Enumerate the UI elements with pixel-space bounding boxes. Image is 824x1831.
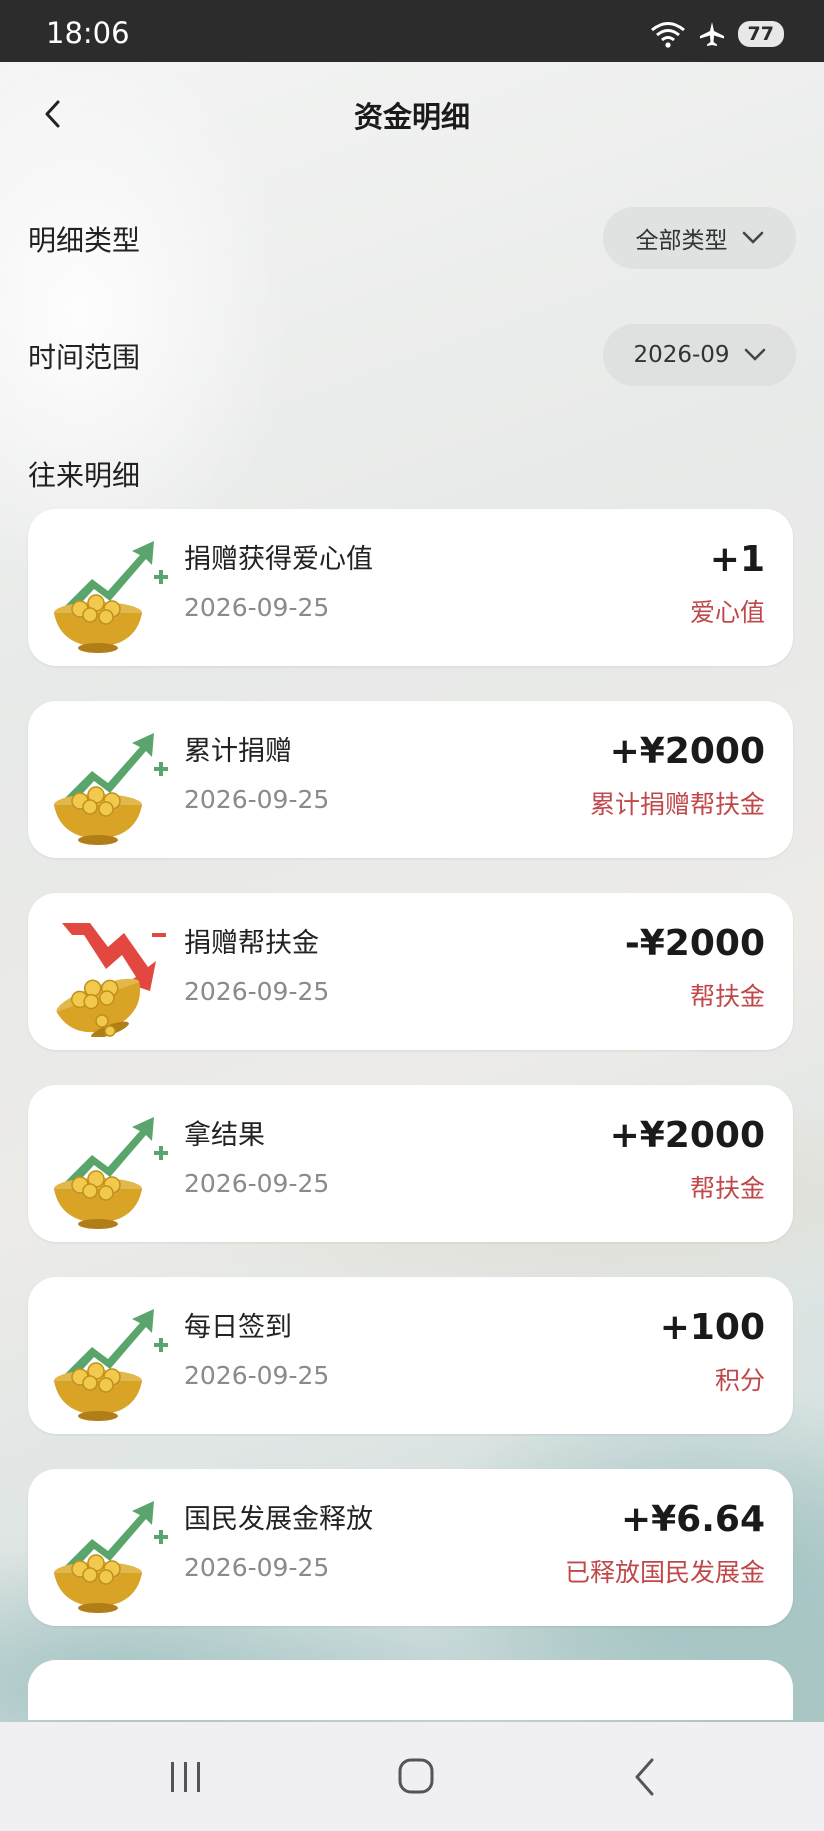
filter-time-label: 时间范围 [28,341,141,374]
status-icons: 77 [650,20,784,48]
gold-bowl-down-arrow-icon [50,917,170,1039]
record-date: 2026-09-25 [184,785,330,814]
battery-indicator: 77 [737,21,784,47]
filter-time-value: 2026-09 [633,342,730,368]
filter-type-value: 全部类型 [635,228,728,254]
record-note: 帮扶金 [689,1174,765,1203]
gold-bowl-up-arrow-icon [50,533,170,653]
filter-time-row: 时间范围 2026-09 [28,324,796,386]
recent-apps-icon[interactable] [155,1752,215,1802]
record-note: 爱心值 [689,598,765,627]
status-time: 18:06 [46,16,130,50]
gold-bowl-up-arrow-icon [50,1109,170,1229]
home-icon[interactable] [385,1752,445,1802]
record-title: 拿结果 [184,1120,265,1151]
record-date: 2026-09-25 [184,1169,330,1198]
record-amount: +¥2000 [609,1115,765,1156]
system-back-icon[interactable] [617,1752,677,1802]
filter-time-dropdown[interactable]: 2026-09 [603,324,796,386]
chevron-down-icon [742,231,763,244]
record-note: 积分 [714,1366,765,1395]
record-title: 每日签到 [184,1312,292,1343]
gold-bowl-up-arrow-icon [50,1493,170,1613]
record-date: 2026-09-25 [184,977,330,1006]
gold-bowl-up-arrow-icon [50,725,170,845]
status-bar: 18:06 77 [0,0,824,62]
list-item[interactable]: 捐赠帮扶金 2026-09-25 -¥2000 帮扶金 [28,893,793,1050]
record-note: 累计捐赠帮扶金 [589,790,765,819]
gold-bowl-up-arrow-icon [50,1301,170,1421]
record-date: 2026-09-25 [184,1361,330,1390]
record-title: 国民发展金释放 [184,1504,373,1535]
record-amount: +1 [709,539,765,580]
filter-type-dropdown[interactable]: 全部类型 [603,207,796,269]
record-amount: +100 [659,1307,765,1348]
list-item[interactable]: 每日签到 2026-09-25 +100 积分 [28,1277,793,1434]
record-amount: -¥2000 [624,923,765,964]
list-item[interactable]: 捐赠获得爱心值 2026-09-25 +1 爱心值 [28,509,793,666]
record-date: 2026-09-25 [184,593,330,622]
record-title: 捐赠获得爱心值 [184,544,373,575]
filter-type-row: 明细类型 全部类型 [28,207,796,269]
wifi-icon [650,22,685,48]
record-amount: +¥2000 [609,731,765,772]
list-item[interactable]: 拿结果 2026-09-25 +¥2000 帮扶金 [28,1085,793,1242]
airplane-mode-icon [699,22,724,46]
section-title: 往来明细 [28,459,141,492]
record-note: 已释放国民发展金 [564,1558,765,1587]
record-date: 2026-09-25 [184,1553,330,1582]
filter-type-label: 明细类型 [28,224,141,257]
header: 资金明细 [0,62,824,167]
chevron-down-icon [744,348,765,361]
record-amount: +¥6.64 [620,1499,765,1540]
system-nav-bar [0,1722,824,1831]
record-title: 捐赠帮扶金 [184,928,319,959]
list-item[interactable]: 国民发展金释放 2026-09-25 +¥6.64 已释放国民发展金 [28,1469,793,1626]
list-item[interactable]: 累计捐赠 2026-09-25 +¥2000 累计捐赠帮扶金 [28,701,793,858]
record-note: 帮扶金 [689,982,765,1011]
record-title: 累计捐赠 [184,736,292,767]
list-item-partial[interactable] [28,1660,793,1720]
page-title: 资金明细 [353,100,470,134]
